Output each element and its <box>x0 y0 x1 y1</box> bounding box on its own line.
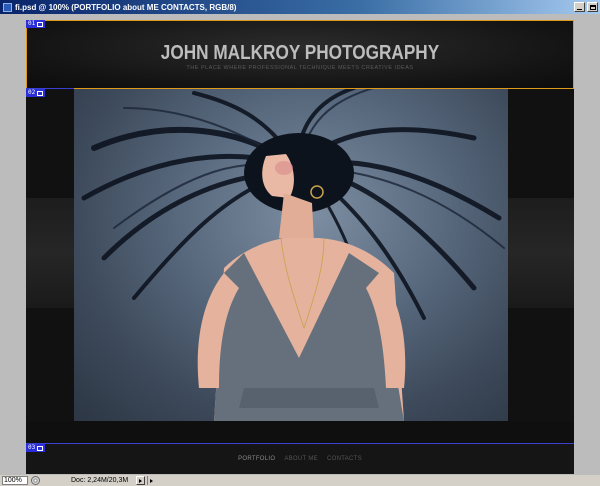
minimize-button[interactable] <box>574 2 585 12</box>
maximize-button[interactable] <box>587 2 598 12</box>
nav-contacts[interactable]: CONTACTS <box>327 456 362 462</box>
status-bar: 100% Doc: 2,24M/20,3M <box>0 475 600 486</box>
canvas-area[interactable]: JOHN MALKROY PHOTOGRAPHY THE PLACE WHERE… <box>0 14 600 475</box>
status-menu-icon[interactable] <box>31 476 40 485</box>
status-menu-arrow-button[interactable] <box>136 476 145 485</box>
nav-portfolio[interactable]: PORTFOLIO <box>238 456 275 462</box>
slice-03-line <box>26 443 574 444</box>
window-title: fi.psd @ 100% (PORTFOLIO about ME CONTAC… <box>15 2 237 12</box>
document-canvas[interactable]: JOHN MALKROY PHOTOGRAPHY THE PLACE WHERE… <box>26 20 574 474</box>
slice-01-tag: 01 <box>26 20 46 28</box>
slice-02-tag: 02 <box>26 89 46 97</box>
zoom-input[interactable]: 100% <box>2 476 28 485</box>
site-tagline: THE PLACE WHERE PROFESSIONAL TECHNIQUE M… <box>186 65 414 71</box>
site-title: JOHN MALKROY PHOTOGRAPHY <box>160 42 440 64</box>
document-icon <box>3 2 12 12</box>
site-nav: PORTFOLIO ABOUT ME CONTACTS <box>26 443 574 474</box>
hero-photo <box>74 88 508 421</box>
footer-band <box>26 421 574 443</box>
right-side-panel <box>508 88 574 443</box>
left-side-panel <box>26 88 74 443</box>
nav-about-me[interactable]: ABOUT ME <box>284 456 318 462</box>
site-header: JOHN MALKROY PHOTOGRAPHY THE PLACE WHERE… <box>26 20 574 88</box>
scroll-left-arrow-icon[interactable] <box>147 476 155 485</box>
document-size-info: Doc: 2,24M/20,3M <box>71 477 129 484</box>
window-title-bar[interactable]: fi.psd @ 100% (PORTFOLIO about ME CONTAC… <box>0 0 600 14</box>
slice-03-tag: 03 <box>26 444 46 452</box>
hero-photo-illustration <box>81 88 505 421</box>
